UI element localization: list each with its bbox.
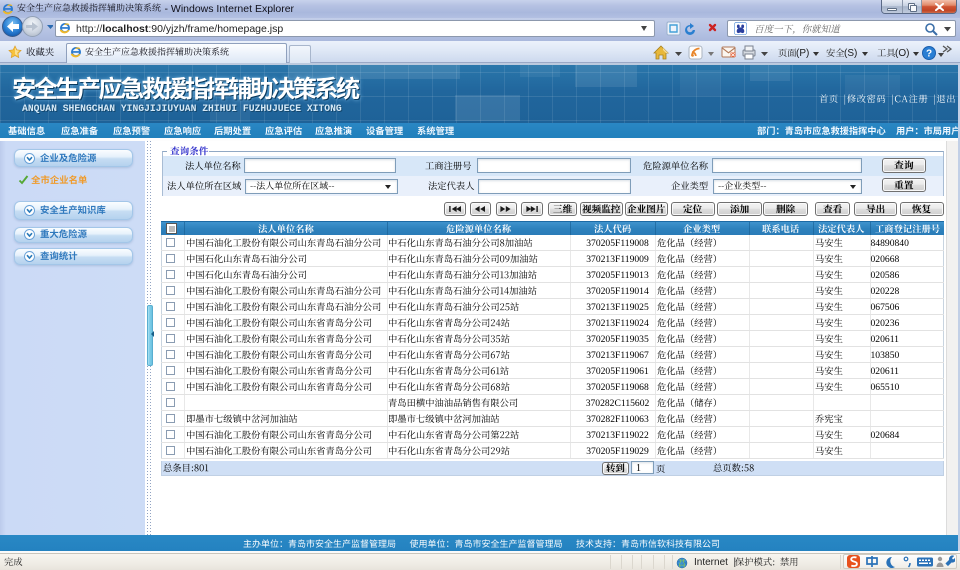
svg-text:?: ? <box>926 49 932 60</box>
